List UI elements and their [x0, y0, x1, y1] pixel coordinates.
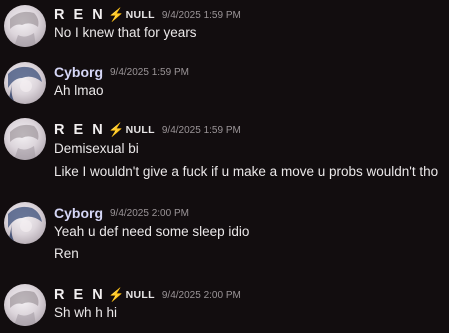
username-ren[interactable]: R E N: [54, 122, 105, 138]
username-ren[interactable]: R E N: [54, 7, 105, 23]
lightning-bolt-icon: ⚡: [108, 122, 125, 137]
message-text: Ren: [54, 246, 79, 261]
message-header: Cyborg 9/4/2025 1:59 PM: [54, 63, 189, 81]
message-text: Like I wouldn't give a fuck if u make a …: [54, 164, 439, 179]
avatar-ren[interactable]: [4, 5, 46, 47]
username-cyborg[interactable]: Cyborg: [54, 64, 103, 80]
badge-label: NULL: [125, 9, 155, 21]
message-timestamp: 9/4/2025 1:59 PM: [161, 124, 241, 136]
message-text: Sh wh h hi: [54, 305, 118, 320]
message-timestamp: 9/4/2025 2:00 PM: [110, 207, 189, 219]
message-header: R E N ⚡ NULL 9/4/2025 1:59 PM: [54, 6, 241, 24]
message-header: R E N ⚡ NULL 9/4/2025 1:59 PM: [54, 121, 241, 139]
message-text: Ah lmao: [54, 83, 104, 98]
avatar-ren[interactable]: [4, 284, 46, 326]
server-tag-badge[interactable]: ⚡ NULL: [108, 7, 155, 23]
avatar-cyborg[interactable]: [4, 62, 46, 104]
server-tag-badge[interactable]: ⚡ NULL: [108, 287, 155, 303]
message-header: R E N ⚡ NULL 9/4/2025 2:00 PM: [54, 286, 241, 304]
lightning-bolt-icon: ⚡: [108, 7, 125, 22]
message-timestamp: 9/4/2025 1:59 PM: [110, 66, 189, 78]
badge-label: NULL: [125, 289, 155, 301]
message-timestamp: 9/4/2025 1:59 PM: [161, 9, 241, 21]
message-text: Yeah u def need some sleep idio: [54, 224, 250, 239]
server-tag-badge[interactable]: ⚡ NULL: [108, 122, 155, 138]
message-header: Cyborg 9/4/2025 2:00 PM: [54, 204, 189, 222]
username-ren[interactable]: R E N: [54, 287, 105, 303]
avatar-cyborg[interactable]: [4, 202, 46, 244]
message-text: No I knew that for years: [54, 25, 197, 40]
message-text: Demisexual bi: [54, 141, 139, 156]
message-timestamp: 9/4/2025 2:00 PM: [161, 289, 241, 301]
badge-label: NULL: [125, 124, 155, 136]
lightning-bolt-icon: ⚡: [108, 287, 125, 302]
avatar-ren[interactable]: [4, 118, 46, 160]
username-cyborg[interactable]: Cyborg: [54, 205, 103, 221]
chat-message-list: R E N ⚡ NULL 9/4/2025 1:59 PM No I knew …: [0, 0, 449, 333]
